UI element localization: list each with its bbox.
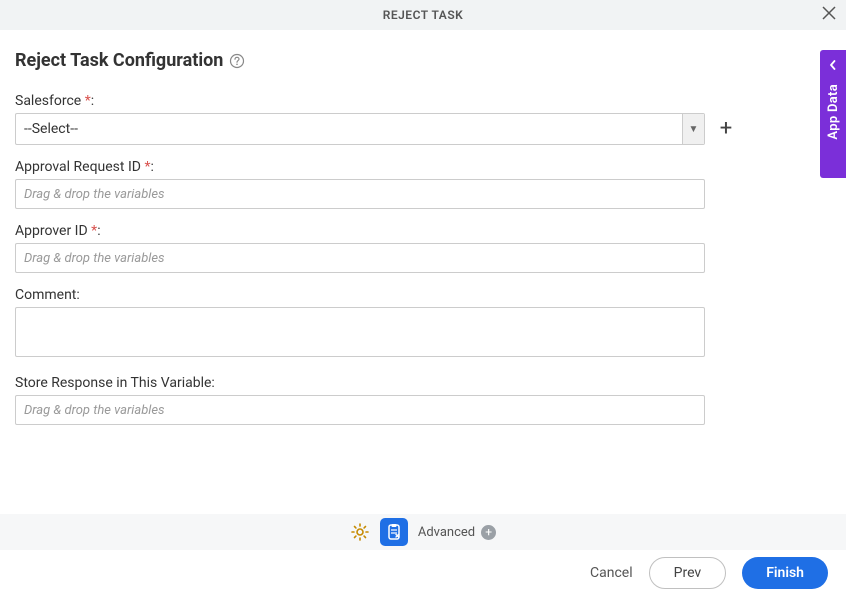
field-store-response: Store Response in This Variable: [15,375,831,425]
approver-id-input[interactable] [15,243,705,273]
field-approver-id: Approver ID *: [15,223,831,273]
salesforce-selected-value: --Select-- [16,114,682,144]
field-approval-request: Approval Request ID *: [15,159,831,209]
plus-circle-icon: + [481,525,496,540]
field-salesforce: Salesforce *: --Select-- ▼ + [15,93,831,145]
approver-id-label: Approver ID *: [15,223,831,239]
salesforce-select[interactable]: --Select-- ▼ [15,113,705,145]
approval-request-label: Approval Request ID *: [15,159,831,175]
help-icon[interactable] [229,53,245,69]
app-data-tab[interactable]: App Data [820,50,846,178]
page-title-row: Reject Task Configuration [15,50,831,71]
approval-request-input[interactable] [15,179,705,209]
salesforce-label: Salesforce *: [15,93,831,109]
field-comment: Comment: [15,287,831,361]
add-salesforce-icon[interactable]: + [715,118,737,140]
prev-button[interactable]: Prev [649,557,727,589]
bottom-toolbar: Advanced + [0,514,846,550]
gear-icon[interactable] [350,522,370,542]
cancel-button[interactable]: Cancel [590,565,633,581]
finish-button[interactable]: Finish [742,557,828,589]
chevron-left-icon [828,58,838,74]
advanced-button[interactable]: Advanced + [418,525,496,540]
dialog-footer: Cancel Prev Finish [0,550,846,595]
chevron-down-icon: ▼ [682,114,704,144]
dialog-header: REJECT TASK [0,0,846,30]
advanced-label: Advanced [418,525,475,540]
dialog-title: REJECT TASK [383,8,464,22]
page-title: Reject Task Configuration [15,50,223,71]
close-icon[interactable] [822,6,836,24]
app-data-label: App Data [826,84,841,140]
store-response-label: Store Response in This Variable: [15,375,831,391]
form-icon[interactable] [380,518,408,546]
comment-label: Comment: [15,287,831,303]
comment-input[interactable] [15,307,705,357]
store-response-input[interactable] [15,395,705,425]
form-content: Reject Task Configuration Salesforce *: … [0,30,846,449]
